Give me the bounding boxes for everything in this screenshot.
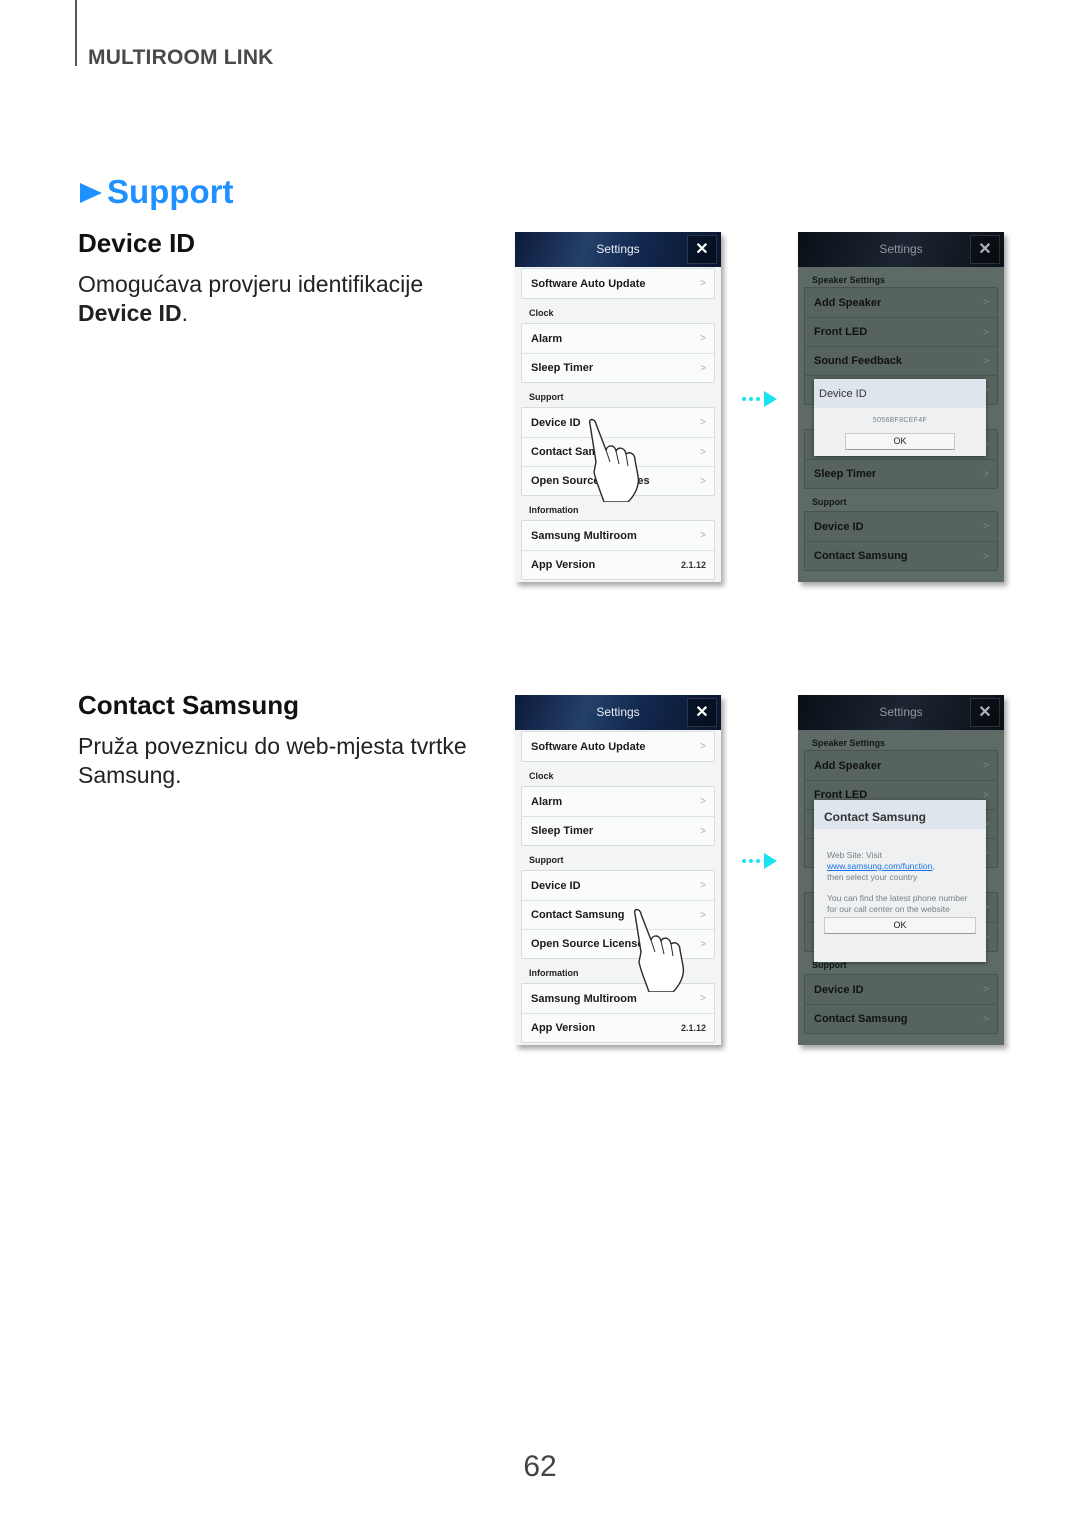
- chevron-right-icon: >: [700, 938, 706, 950]
- chevron-right-icon: >: [700, 278, 706, 289]
- row-contact-samsung: Contact Samsung >: [805, 1004, 997, 1033]
- item-description-contact-samsung: Pruža poveznicu do web-mjesta tvrtke Sam…: [78, 733, 467, 788]
- samsung-website-link[interactable]: www.samsung.com/function: [827, 861, 932, 871]
- page-number: 62: [523, 1450, 557, 1483]
- settings-screen-1: Settings ✕ Software Auto Update > Clock A…: [515, 232, 721, 582]
- row-samsung-multiroom[interactable]: Samsung Multiroom >: [522, 521, 714, 550]
- hand-pointer-icon: [588, 418, 640, 502]
- settings-group: Samsung Multiroom > App Version 2.1.12: [521, 983, 715, 1043]
- row-device-id[interactable]: Device ID >: [522, 871, 714, 900]
- row-device-id: Device ID >: [814, 983, 989, 996]
- app-version-value: 2.1.12: [680, 1023, 706, 1033]
- row-add-speaker: Add Speaker >: [814, 296, 989, 309]
- row-sound-feedback: Sound Feedback>: [805, 346, 997, 375]
- select-country-text: then select your country: [827, 872, 918, 882]
- row-add-speaker: Add Speaker >: [814, 759, 989, 772]
- description-bold: Device ID: [78, 300, 182, 326]
- dialog-body: Web Site: Visit www.samsung.com/function…: [814, 829, 986, 915]
- chevron-right-icon: >: [700, 741, 706, 752]
- row-app-version: App Version 2.1.12: [522, 1013, 714, 1042]
- settings-screen-2: Settings ✕ Software Auto Update > Clock A…: [515, 695, 721, 1045]
- close-icon: ✕: [970, 698, 1000, 727]
- row-alarm[interactable]: Alarm >: [522, 787, 714, 816]
- group-label-support: Support: [529, 392, 564, 402]
- group-label-support: Support: [812, 497, 847, 507]
- row-sleep-timer: Sleep Timer>: [805, 459, 997, 488]
- close-icon[interactable]: ✕: [687, 235, 717, 264]
- dialog-title: Device ID: [814, 379, 986, 408]
- item-title-contact-samsung: Contact Samsung: [78, 690, 300, 720]
- chevron-right-icon: >: [700, 825, 706, 837]
- row-sleep-timer[interactable]: Sleep Timer >: [522, 353, 714, 382]
- row-software-auto-update[interactable]: Software Auto Update >: [522, 732, 714, 761]
- item-description-device-id: Omogućava provjeru identifikacije Device…: [78, 270, 498, 328]
- chevron-right-icon: >: [700, 796, 706, 807]
- settings-group: Software Auto Update >: [521, 268, 715, 299]
- settings-group: Alarm > Sleep Timer >: [521, 786, 715, 846]
- device-id-dialog: Device ID 5056BF8CEF4F OK: [814, 379, 986, 456]
- chevron-right-icon: >: [700, 475, 706, 487]
- arrow-right-icon: [742, 390, 778, 408]
- group-label-speaker-settings: Speaker Settings: [812, 275, 886, 285]
- ok-button[interactable]: OK: [845, 433, 955, 450]
- title-bar: Settings ✕: [515, 695, 721, 730]
- title-bar: Settings ✕: [798, 232, 1004, 267]
- row-app-version: App Version 2.1.12: [522, 550, 714, 579]
- settings-group: Software Auto Update >: [521, 731, 715, 762]
- link-comma: ,: [932, 861, 935, 871]
- dialog-title: Contact Samsung: [814, 800, 986, 829]
- row-contact-samsung: Contact Samsung >: [805, 541, 997, 570]
- close-icon: ✕: [970, 235, 1000, 264]
- chevron-right-icon: >: [700, 880, 706, 891]
- group-label-clock: Clock: [529, 308, 554, 318]
- settings-group: Device ID > Contact Samsung >: [804, 974, 998, 1034]
- group-label-speaker-settings: Speaker Settings: [812, 738, 886, 748]
- description-text: Omogućava provjeru identifikacije: [78, 271, 424, 297]
- settings-group: Alarm > Sleep Timer >: [521, 323, 715, 383]
- section-title-text: Support: [107, 173, 234, 210]
- chevron-right-icon: >: [700, 993, 706, 1004]
- description-suffix: .: [181, 300, 188, 326]
- settings-group: Device ID > Contact Samsung >: [804, 511, 998, 571]
- chevron-right-icon: >: [700, 417, 706, 428]
- arrow-right-icon: [742, 852, 778, 870]
- settings-group: Samsung Multiroom > App Version 2.1.12: [521, 520, 715, 580]
- triangle-right-icon: [80, 183, 102, 203]
- title-bar: Settings ✕: [798, 695, 1004, 730]
- call-center-note: You can find the latest phone number for…: [827, 893, 968, 914]
- group-label-support: Support: [529, 855, 564, 865]
- chevron-right-icon: >: [700, 530, 706, 541]
- contact-samsung-dialog: Contact Samsung Web Site: Visit www.sams…: [814, 800, 986, 962]
- device-id-value: 5056BF8CEF4F: [872, 417, 928, 424]
- group-label-clock: Clock: [529, 771, 554, 781]
- chevron-right-icon: >: [700, 333, 706, 344]
- item-title-device-id: Device ID: [78, 228, 196, 258]
- row-software-auto-update[interactable]: Software Auto Update >: [522, 269, 714, 298]
- app-version-value: 2.1.12: [680, 560, 706, 570]
- website-label: Web Site: Visit: [827, 850, 882, 860]
- row-sleep-timer[interactable]: Sleep Timer >: [522, 816, 714, 845]
- header-rule: [75, 0, 77, 66]
- chevron-right-icon: >: [700, 909, 706, 921]
- row-front-led: Front LED >: [805, 317, 997, 346]
- section-label: MULTIROOM LINK: [88, 46, 274, 69]
- row-device-id: Device ID >: [814, 520, 989, 533]
- chevron-right-icon: >: [700, 362, 706, 374]
- chevron-right-icon: >: [700, 446, 706, 458]
- row-alarm[interactable]: Alarm >: [522, 324, 714, 353]
- hand-pointer-icon: [633, 908, 685, 992]
- close-icon[interactable]: ✕: [687, 698, 717, 727]
- title-bar: Settings ✕: [515, 232, 721, 267]
- group-label-information: Information: [529, 968, 579, 978]
- section-title: Support: [80, 173, 233, 211]
- ok-button[interactable]: OK: [824, 917, 976, 934]
